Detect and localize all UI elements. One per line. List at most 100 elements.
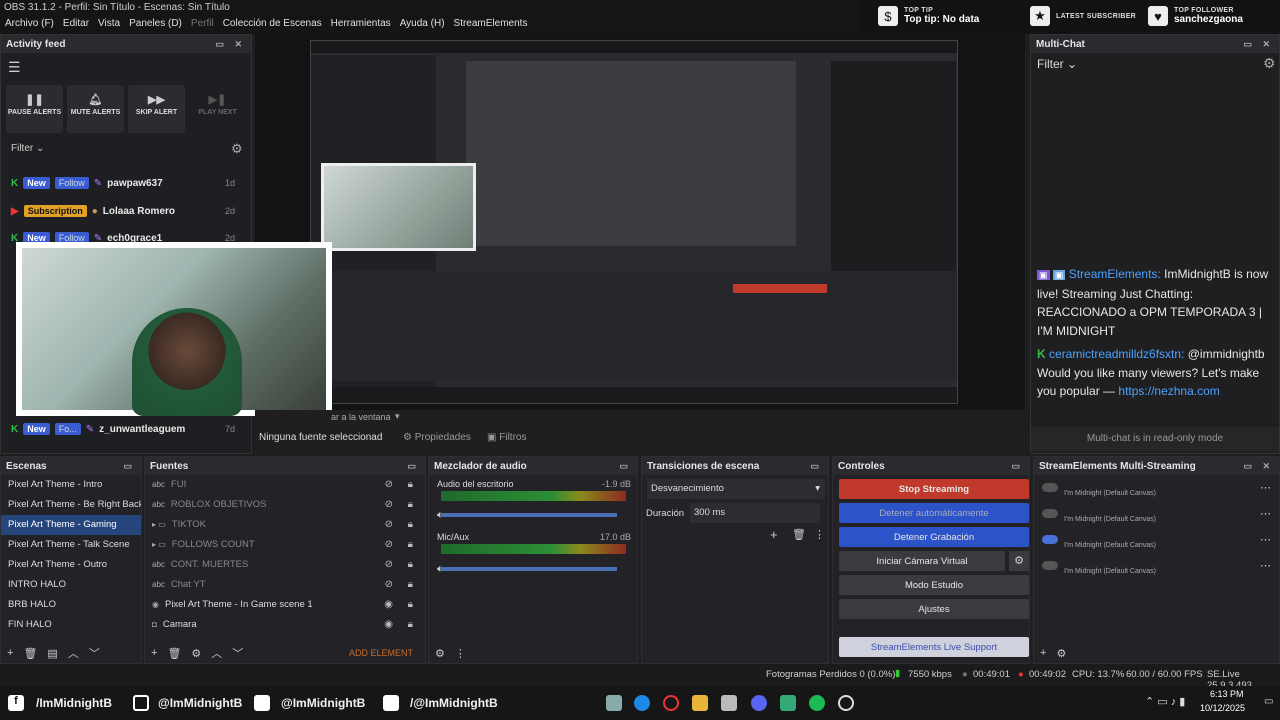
source-item[interactable]: ▸ ▭ FOLLOWS COUNT ⊘ 🔒︎: [145, 535, 425, 555]
menu-coleccion[interactable]: Colección de Escenas: [223, 18, 322, 32]
dock-controls[interactable]: ▭ ✕: [1243, 461, 1274, 472]
play-next-button[interactable]: ▶❚ PLAY NEXT: [189, 85, 246, 133]
mute-alerts-button[interactable]: 🔔︎ MUTE ALERTS: [67, 85, 124, 133]
feed-row[interactable]: ▶ Subscription ● Lolaaa Romero 2d: [11, 201, 243, 221]
mic-volume-slider[interactable]: [441, 567, 617, 571]
menu-dots-icon[interactable]: ⋯: [1260, 481, 1271, 494]
skip-alert-button[interactable]: ▶▶ SKIP ALERT: [128, 85, 185, 133]
dock-controls[interactable]: ▭: [123, 461, 136, 472]
eye-icon[interactable]: ◉: [384, 595, 393, 615]
gear-icon[interactable]: ⚙: [1056, 647, 1066, 660]
menu-paneles[interactable]: Paneles (D): [129, 18, 182, 32]
menu-herramientas[interactable]: Herramientas: [331, 18, 391, 32]
multistream-row[interactable]: I'm Midnight (Default Canvas) ⋯: [1034, 503, 1279, 527]
dock-controls[interactable]: ▭: [619, 461, 632, 472]
lock-icon[interactable]: 🔒︎: [408, 495, 413, 515]
lock-icon[interactable]: 🔒︎: [408, 575, 413, 595]
add-icon[interactable]: +: [151, 647, 157, 659]
dock-controls[interactable]: ▭: [810, 461, 823, 472]
toggle-switch[interactable]: [1042, 535, 1058, 544]
lock-icon[interactable]: 🔒︎: [408, 515, 413, 535]
chat-filter[interactable]: Filter ⌄: [1037, 57, 1077, 71]
eye-hidden-icon[interactable]: ⊘: [385, 495, 393, 515]
multistream-row[interactable]: I'm Midnight (Default Canvas) ⋯: [1034, 529, 1279, 553]
multistream-row[interactable]: I'm Midnight (Default Canvas) ⋯: [1034, 555, 1279, 579]
menu-dots-icon[interactable]: ⋮: [455, 647, 466, 660]
gear-icon[interactable]: ⚙: [191, 647, 201, 660]
dock-controls[interactable]: ▭ ✕: [1243, 39, 1274, 50]
hamburger-icon[interactable]: ☰: [8, 59, 21, 76]
filter-icon[interactable]: ▤: [47, 647, 57, 660]
dock-controls[interactable]: ▭ ✕: [215, 39, 246, 50]
activity-filter[interactable]: Filter ⌄: [11, 143, 44, 154]
gear-icon[interactable]: ⚙: [1263, 55, 1276, 72]
edge-icon[interactable]: [634, 695, 650, 711]
scene-item[interactable]: Pixel Art Theme - Intro: [1, 475, 141, 495]
add-icon[interactable]: +: [770, 527, 778, 542]
multistream-row[interactable]: I'm Midnight (Default Canvas) ⋯: [1034, 477, 1279, 501]
feed-row[interactable]: K New Fo... ✎ z_unwantleaguem 7d: [11, 419, 243, 439]
store-icon[interactable]: [721, 695, 737, 711]
scene-item[interactable]: Pixel Art Theme - Talk Scene: [1, 535, 141, 555]
fit-to-window-label[interactable]: ar a la ventana: [331, 412, 391, 422]
eye-icon[interactable]: ◉: [384, 615, 393, 635]
obs-icon[interactable]: [838, 695, 854, 711]
spotify-icon[interactable]: [809, 695, 825, 711]
scene-item[interactable]: INTRO HALO: [1, 575, 141, 595]
menu-ayuda[interactable]: Ayuda (H): [400, 18, 445, 32]
lock-icon[interactable]: 🔒︎: [408, 615, 413, 635]
discord-icon[interactable]: [751, 695, 767, 711]
eye-hidden-icon[interactable]: ⊘: [385, 535, 393, 555]
scene-item[interactable]: Pixel Art Theme - Be Right Back 1: [1, 495, 141, 515]
source-item[interactable]: ▸ ▭ TIKTOK ⊘ 🔒︎: [145, 515, 425, 535]
menu-archivo[interactable]: Archivo (F): [5, 18, 54, 32]
menu-dots-icon[interactable]: ⋮: [814, 528, 825, 541]
eye-hidden-icon[interactable]: ⊘: [385, 575, 393, 595]
stop-auto-button[interactable]: Detener automáticamente: [839, 503, 1029, 523]
menu-dots-icon[interactable]: ⋯: [1260, 559, 1271, 572]
menu-dots-icon[interactable]: ⋯: [1260, 533, 1271, 546]
studio-mode-button[interactable]: Modo Estudio: [839, 575, 1029, 595]
stop-recording-button[interactable]: Detener Grabación: [839, 527, 1029, 547]
source-item[interactable]: ◉ Pixel Art Theme - In Game scene 1 ◉ 🔒︎: [145, 595, 425, 615]
task-view-icon[interactable]: [606, 695, 622, 711]
source-item[interactable]: abc Chat YT ⊘ 🔒︎: [145, 575, 425, 595]
settings-button[interactable]: Ajustes: [839, 599, 1029, 619]
dock-controls[interactable]: ▭: [1011, 461, 1024, 472]
menu-vista[interactable]: Vista: [98, 18, 120, 32]
speaker-icon[interactable]: 🔈︎: [437, 509, 444, 522]
properties-button[interactable]: ⚙ Propiedades: [403, 432, 471, 443]
eye-hidden-icon[interactable]: ⊘: [385, 475, 393, 495]
lock-icon[interactable]: 🔒︎: [408, 535, 413, 555]
gear-icon[interactable]: ⚙: [435, 647, 445, 660]
up-icon[interactable]: ︿: [211, 645, 222, 661]
notification-icon[interactable]: ▭: [1264, 696, 1273, 707]
lock-icon[interactable]: 🔒︎: [408, 595, 413, 615]
source-item[interactable]: abc FUI ⊘ 🔒︎: [145, 475, 425, 495]
folder-icon[interactable]: [692, 695, 708, 711]
toggle-switch[interactable]: [1042, 483, 1058, 492]
desktop-volume-slider[interactable]: [441, 513, 617, 517]
source-item[interactable]: ◘ Camara ◉ 🔒︎: [145, 615, 425, 635]
scene-item[interactable]: BRB HALO: [1, 595, 141, 615]
lock-icon[interactable]: 🔒︎: [408, 555, 413, 575]
scene-item[interactable]: Pixel Art Theme - Gaming: [1, 515, 141, 535]
trash-icon[interactable]: 🗑︎: [167, 647, 181, 660]
trash-icon[interactable]: 🗑︎: [23, 647, 37, 660]
feed-row[interactable]: K New Follow ✎ pawpaw637 1d: [11, 173, 243, 193]
menu-streamelements[interactable]: StreamElements: [454, 18, 528, 32]
eye-hidden-icon[interactable]: ⊘: [385, 515, 393, 535]
source-item[interactable]: abc ROBLOX OBJETIVOS ⊘ 🔒︎: [145, 495, 425, 515]
toggle-switch[interactable]: [1042, 561, 1058, 570]
menu-editar[interactable]: Editar: [63, 18, 89, 32]
dock-controls[interactable]: ▭: [407, 461, 420, 472]
add-element-button[interactable]: ADD ELEMENT: [349, 648, 413, 658]
gear-icon[interactable]: ⚙: [231, 141, 243, 157]
tray-icons[interactable]: ⌃ ▭ ♪ ▮: [1145, 695, 1185, 708]
gear-icon[interactable]: ⚙: [1009, 551, 1029, 571]
down-icon[interactable]: ﹀: [89, 645, 100, 661]
scene-item[interactable]: FIN HALO: [1, 615, 141, 635]
scene-item[interactable]: Pixel Art Theme - Outro: [1, 555, 141, 575]
add-icon[interactable]: +: [1040, 647, 1046, 659]
stop-streaming-button[interactable]: Stop Streaming: [839, 479, 1029, 499]
